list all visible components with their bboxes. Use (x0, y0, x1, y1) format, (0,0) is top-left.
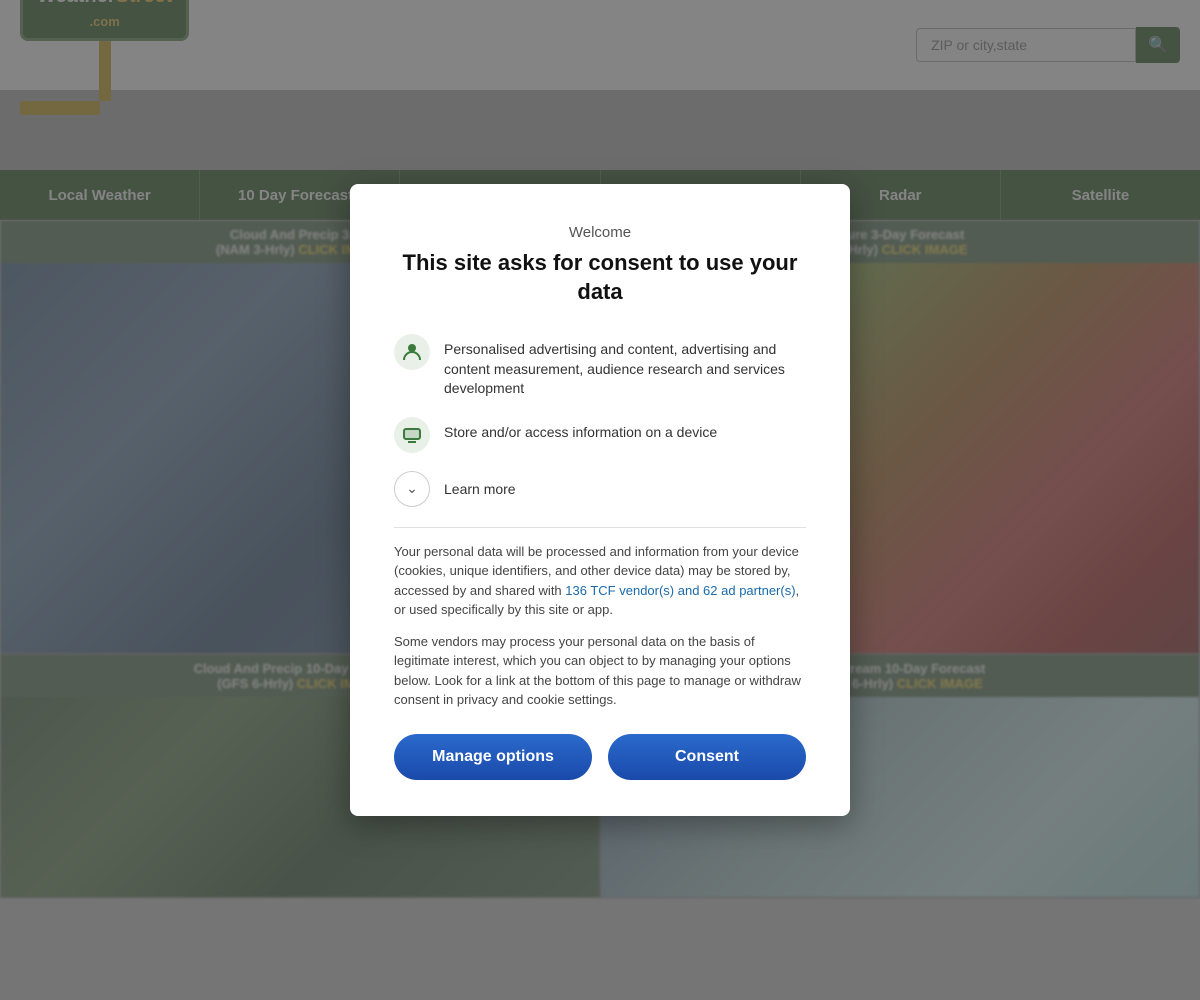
consent-overlay: Welcome This site asks for consent to us… (0, 0, 1200, 1000)
consent-storage-text: Store and/or access information on a dev… (444, 417, 717, 443)
modal-buttons: Manage options Consent (394, 734, 806, 780)
consent-item-advertising: Personalised advertising and content, ad… (394, 334, 806, 399)
consent-desc-2: Some vendors may process your personal d… (394, 632, 806, 710)
consent-modal: Welcome This site asks for consent to us… (350, 184, 850, 816)
advertising-icon (394, 334, 430, 370)
learn-more-chevron[interactable]: ⌄ (394, 471, 430, 507)
modal-divider (394, 527, 806, 528)
storage-icon (394, 417, 430, 453)
consent-advertising-text: Personalised advertising and content, ad… (444, 334, 806, 399)
learn-more-text[interactable]: Learn more (444, 481, 516, 497)
modal-welcome: Welcome (394, 224, 806, 241)
consent-desc-1: Your personal data will be processed and… (394, 542, 806, 620)
consent-item-storage: Store and/or access information on a dev… (394, 417, 806, 453)
learn-more-item: ⌄ Learn more (394, 471, 806, 507)
modal-title: This site asks for consent to use your d… (394, 249, 806, 306)
manage-options-button[interactable]: Manage options (394, 734, 592, 780)
consent-button[interactable]: Consent (608, 734, 806, 780)
vendor-link[interactable]: 136 TCF vendor(s) and 62 ad partner(s) (565, 583, 795, 598)
